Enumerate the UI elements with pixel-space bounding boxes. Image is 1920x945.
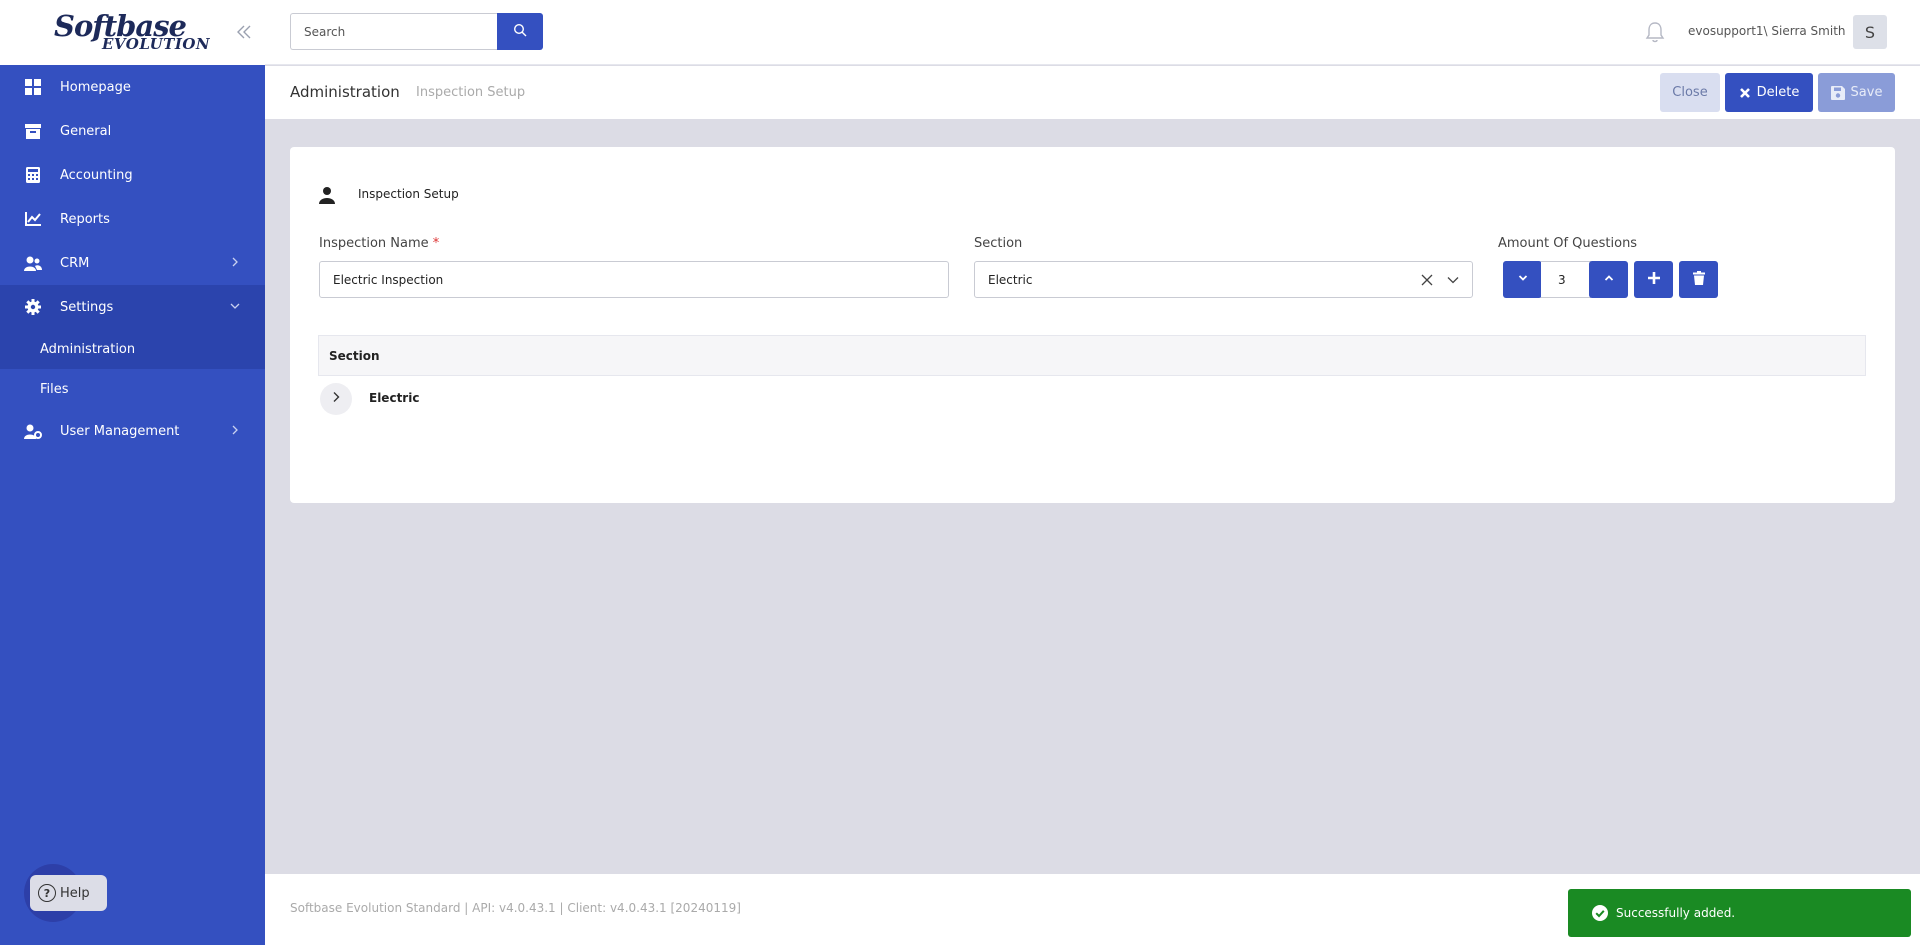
chevron-down-icon[interactable] xyxy=(1446,273,1460,287)
chevron-right-icon xyxy=(229,256,241,268)
delete-button-label: Delete xyxy=(1756,85,1800,100)
sidebar-item-label: Homepage xyxy=(60,79,131,95)
calculator-icon xyxy=(24,167,42,183)
breadcrumb: Inspection Setup xyxy=(416,85,526,100)
questions-stepper-value[interactable]: 3 xyxy=(1541,261,1591,298)
help-label: Help xyxy=(60,885,90,901)
sidebar-nav: Homepage General Accounting Reports CRM xyxy=(0,65,265,453)
section-select-value: Electric xyxy=(988,272,1033,287)
decrement-button[interactable] xyxy=(1503,261,1542,298)
card-title: Inspection Setup xyxy=(358,187,459,201)
chevron-right-icon xyxy=(229,424,241,436)
user-cog-icon xyxy=(24,423,42,439)
archive-icon xyxy=(24,123,42,139)
topbar: Search evosupport1\ Sierra Smith S xyxy=(265,0,1920,65)
trash-icon xyxy=(1692,270,1705,289)
sidebar-subitem-label: Files xyxy=(40,381,69,397)
sidebar-item-label: Settings xyxy=(60,299,114,315)
user-icon xyxy=(318,186,336,204)
increment-button[interactable] xyxy=(1589,261,1628,298)
section-select[interactable]: Electric xyxy=(974,261,1473,298)
sidebar-subitem-label: Administration xyxy=(40,341,136,357)
x-icon xyxy=(1739,87,1751,99)
save-button-label: Save xyxy=(1850,85,1883,100)
delete-question-button[interactable] xyxy=(1679,261,1718,298)
questions-value: 3 xyxy=(1558,272,1566,287)
question-icon: ? xyxy=(38,884,56,902)
search-input[interactable]: Search xyxy=(290,13,498,50)
page-title: Administration xyxy=(290,83,400,101)
chevron-right-icon xyxy=(330,391,342,407)
required-marker: * xyxy=(432,236,440,251)
bell-icon[interactable] xyxy=(1645,21,1665,43)
sidebar-item-crm[interactable]: CRM xyxy=(0,241,265,285)
inspection-setup-card: Inspection Setup Inspection Name * Elect… xyxy=(290,147,1895,503)
toast-message: Successfully added. xyxy=(1616,906,1736,920)
table-header-section: Section xyxy=(318,335,1866,376)
inspection-name-value: Electric Inspection xyxy=(333,272,444,287)
chevron-up-icon xyxy=(1603,272,1615,288)
sidebar-item-label: User Management xyxy=(60,423,180,439)
page-header: Administration Inspection Setup Close De… xyxy=(265,66,1920,119)
logo-area: Softbase EVOLUTION xyxy=(0,0,265,65)
user-name[interactable]: evosupport1\ Sierra Smith xyxy=(1688,24,1846,38)
plus-icon xyxy=(1647,271,1661,289)
close-button-label: Close xyxy=(1672,85,1708,100)
sidebar-item-accounting[interactable]: Accounting xyxy=(0,153,265,197)
clear-icon[interactable] xyxy=(1420,273,1434,287)
users-icon xyxy=(24,255,42,271)
inspection-name-label: Inspection Name * xyxy=(319,236,439,251)
search-placeholder: Search xyxy=(304,24,346,39)
sidebar-item-settings[interactable]: Settings xyxy=(0,285,265,329)
success-toast[interactable]: Successfully added. xyxy=(1568,889,1911,937)
help-button[interactable]: ? Help xyxy=(30,875,107,911)
sidebar-item-user-management[interactable]: User Management xyxy=(0,409,265,453)
amount-of-questions-label: Amount Of Questions xyxy=(1498,236,1638,251)
save-button[interactable]: Save xyxy=(1818,73,1895,112)
sidebar-subitem-files[interactable]: Files xyxy=(0,369,265,409)
delete-button[interactable]: Delete xyxy=(1725,73,1813,112)
chevron-down-icon xyxy=(1517,272,1529,288)
search-icon xyxy=(513,23,527,41)
brand-logo[interactable]: Softbase EVOLUTION xyxy=(54,12,210,52)
sidebar-item-label: CRM xyxy=(60,255,90,271)
chevron-down-icon xyxy=(229,300,241,312)
avatar[interactable]: S xyxy=(1853,15,1887,49)
gear-icon xyxy=(24,299,42,315)
inspection-name-label-text: Inspection Name xyxy=(319,236,429,251)
sidebar-item-general[interactable]: General xyxy=(0,109,265,153)
table-row: Electric xyxy=(369,391,420,405)
version-info: Softbase Evolution Standard | API: v4.0.… xyxy=(290,901,741,915)
section-label: Section xyxy=(974,236,1023,251)
add-question-button[interactable] xyxy=(1634,261,1673,298)
floppy-icon xyxy=(1830,85,1845,100)
inspection-name-field[interactable]: Electric Inspection xyxy=(319,261,949,298)
sidebar-item-label: General xyxy=(60,123,112,139)
search-button[interactable] xyxy=(497,13,543,50)
sidebar: Softbase EVOLUTION Homepage General Acco… xyxy=(0,0,265,945)
check-circle-icon xyxy=(1592,905,1608,921)
grid-icon xyxy=(24,79,42,95)
collapse-sidebar-icon[interactable] xyxy=(235,20,255,44)
sidebar-subitem-administration[interactable]: Administration xyxy=(0,329,265,369)
brand-line2: EVOLUTION xyxy=(102,35,211,53)
sidebar-item-label: Reports xyxy=(60,211,110,227)
expand-row-button[interactable] xyxy=(320,383,352,415)
sidebar-item-label: Accounting xyxy=(60,167,133,183)
sidebar-item-reports[interactable]: Reports xyxy=(0,197,265,241)
sidebar-item-homepage[interactable]: Homepage xyxy=(0,65,265,109)
close-button[interactable]: Close xyxy=(1660,73,1720,112)
chart-icon xyxy=(24,211,42,227)
